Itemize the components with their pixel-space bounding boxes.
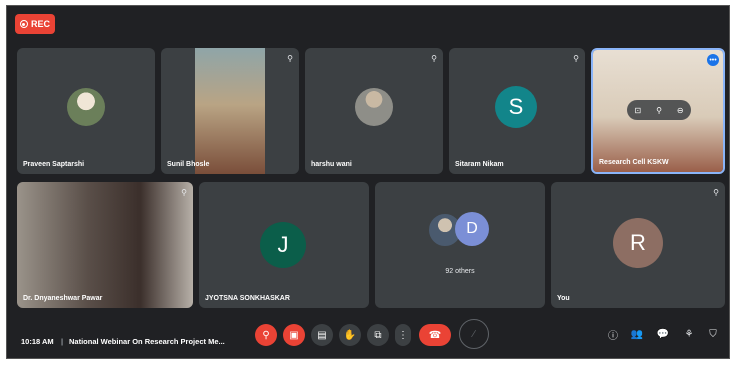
mic-off-icon: ⚲ [573,54,579,63]
avatar-initial: R [630,230,646,255]
mic-off-icon: ⚲ [181,188,187,197]
audio-indicator-icon: ••• [707,54,719,66]
host-controls-icon[interactable]: ⛉ [705,326,721,342]
participant-initial-avatar: S [495,86,537,128]
participant-name: Sitaram Nikam [455,161,504,168]
participant-avatar-photo [67,88,105,126]
meeting-time: 10:18 AM [21,337,54,346]
pin-icon[interactable]: ⊡ [634,106,641,115]
participant-tile-others[interactable]: D 92 others [375,182,545,308]
avatar-initial: S [508,94,524,119]
participant-tile-jyotsna[interactable]: J JYOTSNA SONKHASKAR [199,182,369,308]
participant-tile-harshu[interactable]: ⚲ harshu wani [305,48,443,174]
participant-initial-avatar: D [455,212,489,246]
participant-name: Sunil Bhosle [167,161,210,168]
participant-name: You [557,295,570,302]
tile-hover-controls: ⊡ ⚲ ⊖ [627,100,691,120]
recording-badge: REC [15,14,55,34]
mic-off-icon: ⚲ [287,54,293,63]
more-vert-icon: ⋮ [398,329,408,341]
captions-icon: ▤ [317,329,327,341]
more-icon[interactable]: ⊖ [677,106,684,115]
participant-name: Praveen Saptarshi [23,161,85,168]
participant-tile-you[interactable]: R ⚲ You [551,182,725,308]
participant-tile-praveen[interactable]: Praveen Saptarshi [17,48,155,174]
others-count-label: 92 others [445,268,475,275]
meeting-title: National Webinar On Research Project Me.… [69,337,225,346]
pen-icon: ∕ [473,328,475,340]
participant-video [195,48,265,174]
present-button[interactable]: ⧉ [367,324,389,346]
avatar-initial: J [277,232,289,257]
mic-off-icon: ⚲ [713,188,719,197]
participant-name: harshu wani [311,161,352,168]
camera-off-icon: ▣ [289,329,299,341]
more-options-button[interactable]: ⋮ [395,324,411,346]
people-icon[interactable]: 👥 [629,326,645,342]
meet-window: REC Praveen Saptarshi ⚲ Sunil Bhosle ⚲ h… [6,5,730,359]
participant-name: Dr. Dnyaneshwar Pawar [23,295,103,302]
camera-toggle-button[interactable]: ▣ [283,324,305,346]
activities-icon[interactable]: ⚘ [681,326,697,342]
participant-name: Research Cell KSKW [599,159,669,166]
participant-video [17,182,193,308]
participant-initial-avatar: J [260,222,306,268]
participant-tile-dnyaneshwar[interactable]: ⚲ Dr. Dnyaneshwar Pawar [17,182,193,308]
mic-icon[interactable]: ⚲ [656,106,662,115]
participant-tile-research-cell[interactable]: ⊡ ⚲ ⊖ ••• Research Cell KSKW [591,48,725,174]
microphone-toggle-button[interactable]: ⚲ [255,324,277,346]
mic-off-icon: ⚲ [431,54,437,63]
raise-hand-button[interactable]: ✋ [339,324,361,346]
leave-call-button[interactable]: ☎ [419,324,451,346]
participant-tile-sitaram[interactable]: S ⚲ Sitaram Nikam [449,48,585,174]
chat-icon[interactable]: 💬 [655,326,671,342]
participant-name: JYOTSNA SONKHASKAR [205,295,290,302]
participant-tile-sunil[interactable]: ⚲ Sunil Bhosle [161,48,299,174]
avatar-initial: D [466,220,478,237]
mic-off-icon: ⚲ [262,329,270,341]
meeting-details-icon[interactable]: ⓘ [605,326,621,342]
participant-initial-avatar: R [613,218,663,268]
hand-icon: ✋ [343,329,357,341]
recording-label: REC [30,19,50,29]
hang-up-icon: ☎ [428,329,442,341]
record-icon [19,20,28,28]
participant-avatar-photo [355,88,393,126]
companion-circle-button[interactable]: ∕ [459,319,489,349]
present-screen-icon: ⧉ [374,329,382,341]
captions-button[interactable]: ▤ [311,324,333,346]
bottom-separator: | [61,337,64,346]
